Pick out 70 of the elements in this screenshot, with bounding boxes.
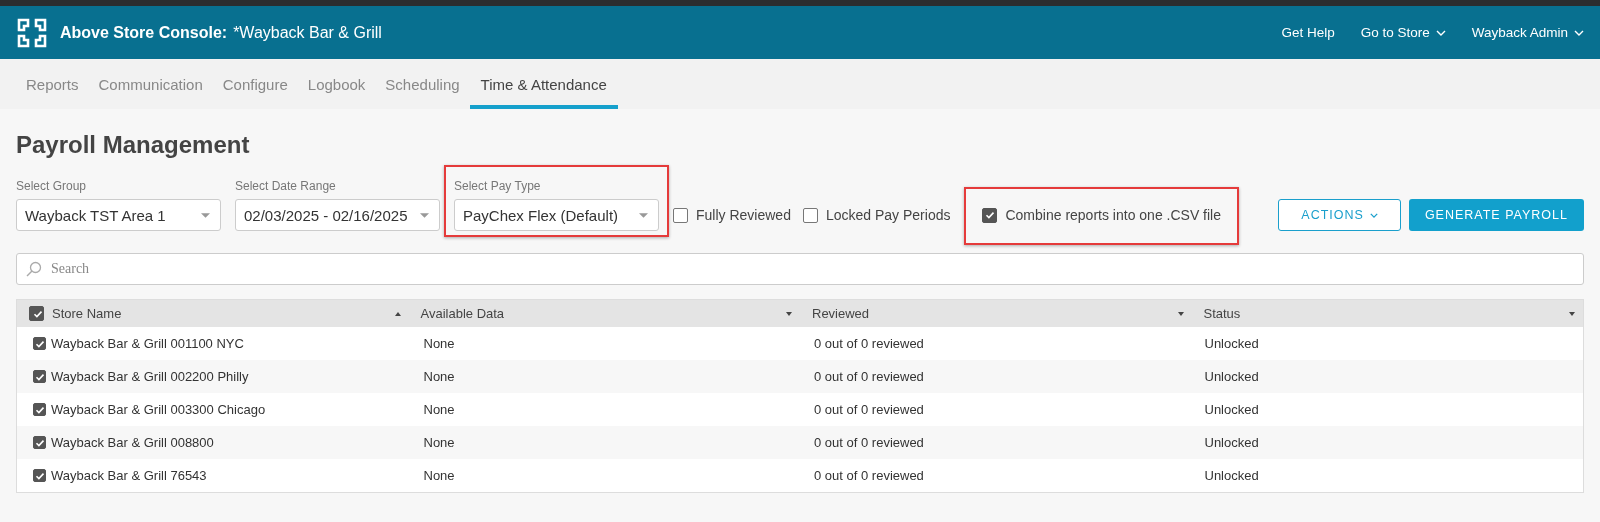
checkbox[interactable] [29,306,44,321]
table-cell: Wayback Bar & Grill 002200 Philly [51,369,249,384]
page-title: Payroll Management [16,131,251,159]
table-cell: 0 out of 0 reviewed [814,435,924,450]
column-header[interactable]: Reviewed [812,306,870,321]
checkbox[interactable] [33,436,46,449]
header-link[interactable]: Get Help [1281,25,1335,40]
nav-tab[interactable]: Logbook [297,63,376,109]
nav-tab[interactable]: Configure [212,63,298,109]
checkbox-label: Locked Pay Periods [825,207,951,223]
app-title: Above Store Console: [60,23,228,42]
table-cell: Wayback Bar & Grill 008800 [51,435,214,450]
checkbox[interactable] [982,207,998,223]
actions-button[interactable]: ACTIONS [1278,199,1401,231]
check-icon [33,308,43,319]
table-cell: 0 out of 0 reviewed [814,336,924,351]
search-icon [26,261,42,277]
table-cell: Unlocked [1204,402,1259,417]
dropdown-field[interactable]: 02/03/2025 - 02/16/2025 [235,199,440,231]
checkbox-label: Fully Reviewed [696,207,791,223]
table-cell: Wayback Bar & Grill 003300 Chicago [51,402,266,417]
check-icon [34,338,45,349]
table-cell: None [423,336,455,351]
table-cell: Unlocked [1204,435,1259,450]
table-cell: None [423,435,455,450]
checkbox[interactable] [33,403,46,416]
search-field[interactable]: Search [16,253,1584,285]
nav-tab[interactable]: Time & Attendance [469,63,618,109]
generate-payroll-button[interactable]: GENERATE PAYROLL [1408,199,1584,231]
caret-icon [201,212,210,218]
table-cell: 0 out of 0 reviewed [814,468,924,483]
table-cell: None [423,402,455,417]
checkbox-label: Combine reports into one .CSV file [1005,207,1222,223]
checkbox[interactable] [802,207,818,223]
checkbox[interactable] [33,370,46,383]
checkbox[interactable] [33,337,46,350]
logo-icon [16,16,48,49]
column-header[interactable]: Status [1203,306,1241,321]
chevron-icon [1369,212,1378,218]
table-cell: 0 out of 0 reviewed [814,402,924,417]
dropdown-field[interactable]: Wayback TST Area 1 [16,199,221,231]
table-cell: Unlocked [1204,468,1259,483]
check-icon [34,371,45,382]
store-name: *Wayback Bar & Grill [233,23,382,42]
field-label: Select Pay Type [454,179,542,193]
checkbox[interactable] [33,469,46,482]
dropdown-field[interactable]: PayChex Flex (Default) [454,199,659,231]
column-header[interactable]: Available Data [420,306,505,321]
check-icon [34,437,45,448]
caret-icon [639,212,648,218]
header-link[interactable]: Go to Store [1360,25,1446,40]
table-cell: None [423,468,455,483]
field-label: Select Date Range [235,179,337,193]
check-icon [984,210,995,220]
table-cell: 0 out of 0 reviewed [814,369,924,384]
table-cell: Unlocked [1204,369,1259,384]
table-cell: Wayback Bar & Grill 001100 NYC [51,336,244,351]
check-icon [34,470,45,481]
table-cell: Unlocked [1204,336,1259,351]
nav-tab[interactable]: Scheduling [375,63,470,109]
table-cell: Wayback Bar & Grill 76543 [51,468,207,483]
nav-tab[interactable]: Communication [88,63,213,109]
nav-tab[interactable]: Reports [16,63,89,109]
caret-icon [420,212,429,218]
column-header[interactable]: Store Name [52,306,122,321]
check-icon [34,404,45,415]
table-cell: None [423,369,455,384]
checkbox[interactable] [673,207,688,223]
header-link[interactable]: Wayback Admin [1471,25,1584,40]
field-label: Select Group [16,179,88,193]
